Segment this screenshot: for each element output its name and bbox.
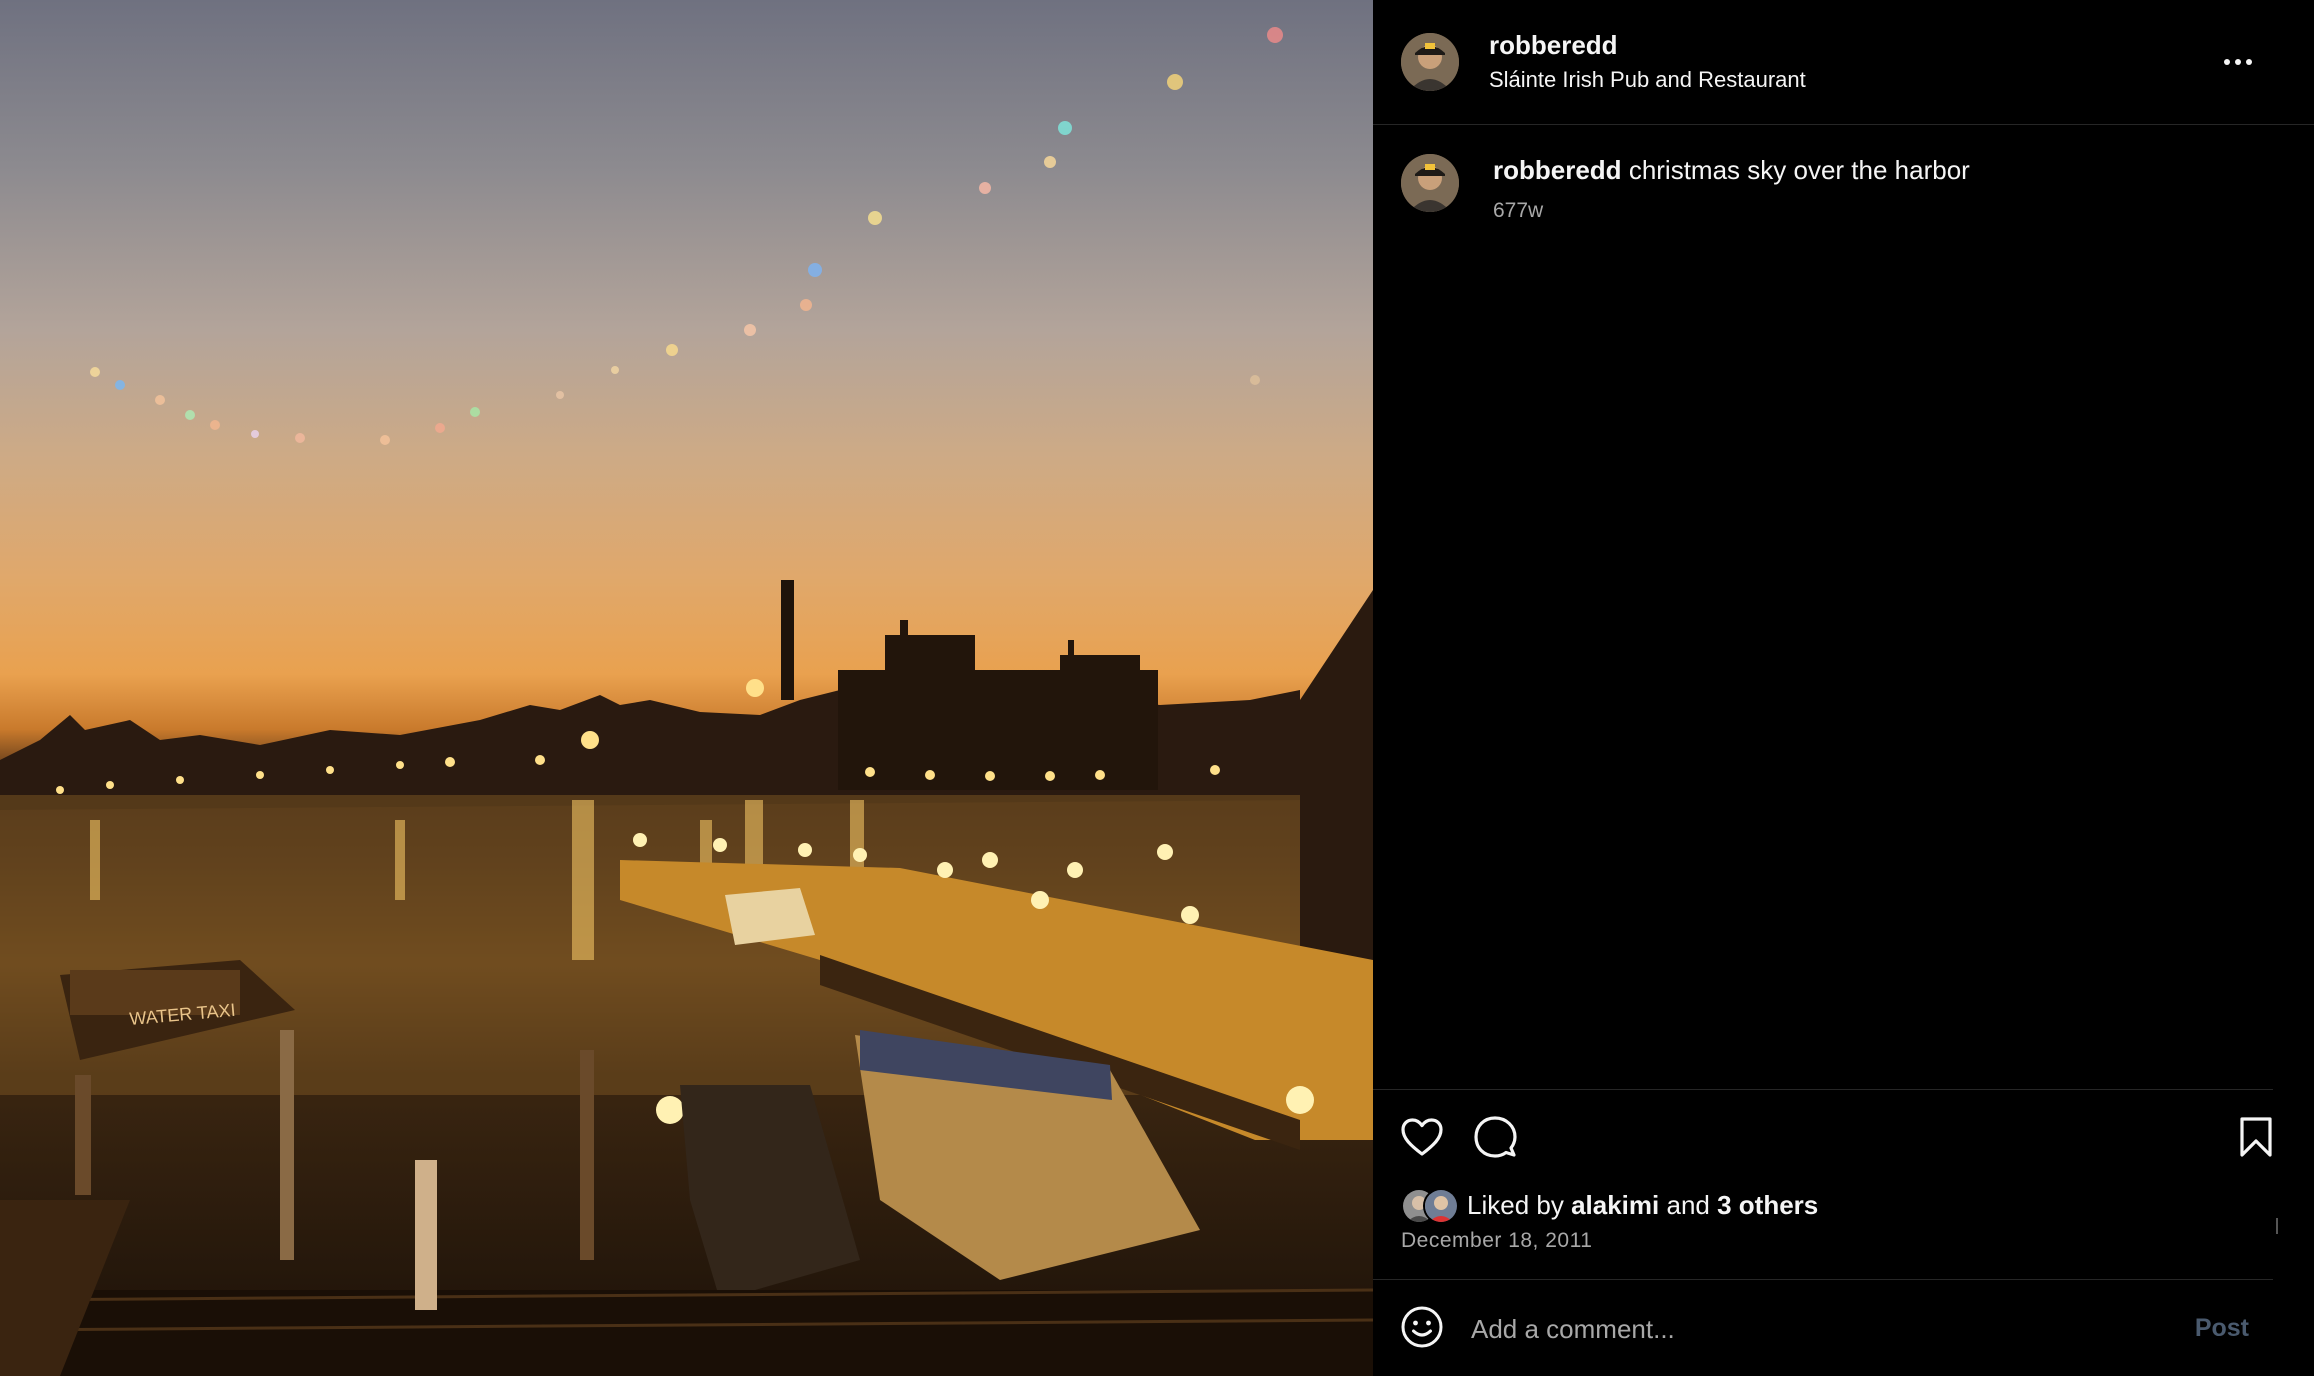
liker-avatars[interactable] [1401, 1188, 1467, 1224]
likes-joiner: and [1666, 1189, 1710, 1220]
likes-summary: Liked by alakimi and 3 others [1401, 1187, 1818, 1224]
author-username[interactable]: robberedd [1489, 30, 1618, 61]
likes-text[interactable]: Liked by alakimi and 3 others [1467, 1190, 1818, 1221]
post-date[interactable]: December 18, 2011 [1401, 1229, 1592, 1253]
post-location[interactable]: Sláinte Irish Pub and Restaurant [1489, 67, 1806, 93]
avatar-image [1425, 1190, 1457, 1222]
liker-username[interactable]: alakimi [1571, 1190, 1659, 1220]
like-button[interactable] [1397, 1112, 1447, 1162]
emoji-button[interactable] [1397, 1302, 1447, 1352]
likes-others[interactable]: 3 others [1717, 1190, 1818, 1220]
comment-input[interactable] [1469, 1306, 2113, 1352]
post-dialog: WATER TAXI robberedd Sláinte Irish Pub a… [0, 0, 2314, 1376]
caption-avatar[interactable] [1401, 154, 1459, 212]
bookmark-icon [2240, 1117, 2272, 1157]
more-horizontal-icon [2224, 59, 2252, 65]
comment-button[interactable] [1470, 1112, 1520, 1162]
comment-icon [1474, 1116, 1517, 1158]
post-comment-button[interactable]: Post [2195, 1314, 2249, 1343]
post-side-panel: robberedd Sláinte Irish Pub and Restaura… [1373, 0, 2314, 1376]
caption-age: 677w [1493, 199, 1544, 222]
caption-text-line: robberedd christmas sky over the harbor [1493, 155, 1970, 186]
actions-divider [1373, 1089, 2273, 1090]
post-header: robberedd Sláinte Irish Pub and Restaura… [1373, 0, 2314, 125]
liker-avatar [1423, 1188, 1459, 1224]
save-button[interactable] [2231, 1112, 2281, 1162]
caption-text: christmas sky over the harbor [1628, 155, 1970, 185]
avatar-image [1401, 33, 1459, 91]
scrollbar-thumb[interactable] [2276, 1218, 2278, 1234]
caption-username[interactable]: robberedd [1493, 155, 1622, 185]
more-options-button[interactable] [2218, 44, 2258, 80]
emoji-icon [1401, 1306, 1443, 1348]
post-photo[interactable]: WATER TAXI [0, 0, 1373, 1376]
author-avatar[interactable] [1401, 33, 1459, 91]
comment-bar: Post [1373, 1279, 2273, 1376]
avatar-image [1401, 154, 1459, 212]
harbor-photo-illustration: WATER TAXI [0, 27, 1373, 1376]
likes-prefix: Liked by [1467, 1189, 1564, 1220]
heart-icon [1401, 1118, 1443, 1156]
